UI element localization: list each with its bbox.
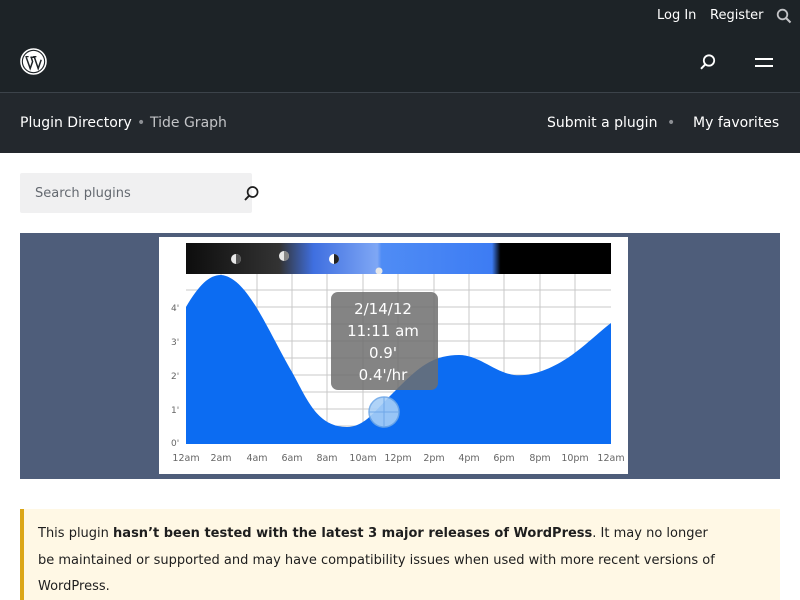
y-axis-labels: 4' 3' 2' 1' 0' [171,304,179,449]
nav-separator: • [667,115,676,131]
x-tick: 8pm [529,453,550,464]
search-icon[interactable] [699,53,717,71]
breadcrumb-separator: • [137,115,146,131]
tide-graph-image: 2/14/12 11:11 am 0.9' 0.4'/hr 4' 3' 2' 1… [171,243,625,464]
global-header [0,33,800,92]
x-tick: 8am [316,453,337,464]
sky-strip [186,243,611,274]
y-tick: 0' [171,439,179,449]
crosshair-marker [368,396,400,428]
notice-prefix: This plugin [38,526,114,541]
search-icon[interactable] [776,8,792,24]
x-tick: 2pm [423,453,444,464]
x-tick: 10am [349,453,376,464]
compatibility-notice: This plugin hasn’t been tested with the … [20,509,780,600]
x-tick: 12am [172,453,199,464]
search-icon[interactable] [243,185,260,202]
menu-icon[interactable] [755,56,773,70]
menu-line [755,58,773,60]
x-axis-labels: 12am 2am 4am 6am 8am 10am 12pm 2pm 4pm 6… [172,453,624,464]
tooltip-date: 2/14/12 [354,300,412,318]
x-tick: 12am [597,453,624,464]
notice-bold: hasn’t been tested with the latest 3 maj… [113,526,593,541]
y-tick: 1' [171,406,179,416]
banner-screenshot: 2/14/12 11:11 am 0.9' 0.4'/hr 4' 3' 2' 1… [159,237,628,474]
x-tick: 4am [246,453,267,464]
plugin-search [20,173,259,213]
login-link[interactable]: Log In [657,8,696,23]
top-admin-bar: Log In Register [0,0,800,33]
x-tick: 10pm [561,453,588,464]
submit-plugin-link[interactable]: Submit a plugin [547,115,657,131]
tooltip-rate: 0.4'/hr [359,366,409,384]
x-tick: 2am [210,453,231,464]
y-tick: 4' [171,304,179,314]
notice-text: This plugin hasn’t been tested with the … [38,521,718,600]
x-tick: 4pm [458,453,479,464]
menu-line [755,65,773,67]
tooltip-height: 0.9' [369,344,397,362]
wordpress-logo-icon[interactable] [20,48,47,75]
x-tick: 6pm [493,453,514,464]
plugin-subnav: Plugin Directory • Tide Graph Submit a p… [0,92,800,153]
my-favorites-link[interactable]: My favorites [693,115,779,131]
breadcrumb-current: Tide Graph [150,115,227,131]
x-tick: 6am [281,453,302,464]
x-tick: 12pm [384,453,411,464]
y-tick: 2' [171,372,179,382]
breadcrumb-plugin-directory[interactable]: Plugin Directory [20,115,132,131]
register-link[interactable]: Register [710,8,764,23]
tooltip-time: 11:11 am [347,322,419,340]
search-input[interactable] [20,173,220,213]
y-tick: 3' [171,338,179,348]
